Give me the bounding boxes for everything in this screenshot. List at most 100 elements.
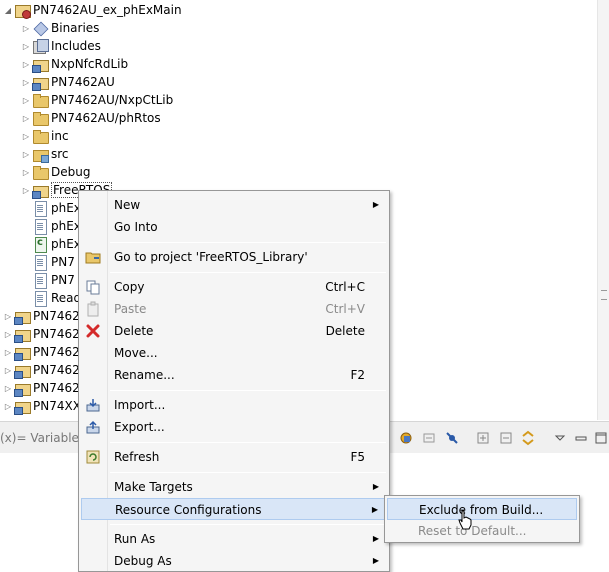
menu-item-paste[interactable]: Paste Ctrl+V bbox=[81, 298, 387, 320]
collapsed-arrow-icon[interactable]: ▷ bbox=[2, 397, 14, 415]
submenu-arrow-icon: ▶ bbox=[372, 534, 379, 543]
binaries-icon bbox=[32, 20, 48, 36]
menu-separator bbox=[110, 524, 386, 525]
tree-project[interactable]: ▷ PN7462 bbox=[2, 361, 80, 379]
file-icon bbox=[32, 218, 48, 235]
tree-item-binaries[interactable]: ▷ Binaries bbox=[20, 19, 100, 37]
menu-item-delete[interactable]: Delete Delete bbox=[81, 320, 387, 342]
menu-item-exclude-from-build[interactable]: Exclude from Build... bbox=[387, 498, 577, 520]
project-icon bbox=[14, 398, 31, 415]
collapsed-arrow-icon[interactable]: ▷ bbox=[20, 73, 32, 91]
tree-item-phrtos[interactable]: ▷ PN7462AU/phRtos bbox=[20, 109, 161, 127]
project-icon bbox=[14, 380, 31, 397]
menu-item-debug-as[interactable]: Debug As ▶ bbox=[81, 550, 387, 572]
tree-project[interactable]: ▷ PN7462 bbox=[2, 307, 80, 325]
tree-item-nxpnfcrdlib[interactable]: ▷ NxpNfcRdLib bbox=[20, 55, 128, 73]
menu-item-make-targets[interactable]: Make Targets ▶ bbox=[81, 476, 387, 498]
tree-item-file[interactable]: PN7 bbox=[32, 253, 75, 271]
tree-item-includes[interactable]: ▷ Includes bbox=[20, 37, 101, 55]
tree-item-pn7462au[interactable]: ▷ PN7462AU bbox=[20, 73, 115, 91]
tree-item-inc[interactable]: ▷ inc bbox=[20, 127, 69, 145]
menu-separator bbox=[110, 472, 386, 473]
submenu-arrow-icon: ▶ bbox=[372, 482, 379, 491]
file-icon bbox=[32, 272, 48, 289]
file-icon bbox=[32, 200, 48, 217]
tree-item-file[interactable]: PN7 bbox=[32, 271, 75, 289]
tree-item-file[interactable]: phEx bbox=[32, 217, 81, 235]
folder-icon bbox=[85, 252, 101, 264]
menu-item-rename[interactable]: Rename... F2 bbox=[81, 364, 387, 386]
project-icon bbox=[14, 308, 31, 325]
paste-icon bbox=[87, 301, 99, 317]
tree-item-debug[interactable]: ▷ Debug bbox=[20, 163, 90, 181]
menu-item-go-to-project[interactable]: Go to project 'FreeRTOS_Library' bbox=[81, 246, 387, 268]
tree-item-file[interactable]: phEx bbox=[32, 199, 81, 217]
collapsed-arrow-icon[interactable]: ▷ bbox=[20, 181, 32, 199]
project-icon bbox=[14, 362, 31, 379]
menu-separator bbox=[110, 242, 386, 243]
collapsed-arrow-icon[interactable]: ▷ bbox=[2, 307, 14, 325]
sync-icon[interactable] bbox=[520, 430, 536, 446]
menu-item-copy[interactable]: Copy Ctrl+C bbox=[81, 276, 387, 298]
menu-separator bbox=[110, 442, 386, 443]
debug-tool-icon[interactable] bbox=[398, 430, 414, 446]
menu-item-refresh[interactable]: Refresh F5 bbox=[81, 446, 387, 468]
tree-project[interactable]: ▷ PN74XX bbox=[2, 397, 81, 415]
maximize-icon[interactable] bbox=[593, 430, 609, 446]
collapsed-arrow-icon[interactable]: ▷ bbox=[2, 343, 14, 361]
menu-item-import[interactable]: Import... bbox=[81, 394, 387, 416]
collapse-all-icon[interactable] bbox=[498, 430, 514, 446]
collapsed-arrow-icon[interactable]: ▷ bbox=[20, 19, 32, 37]
menu-item-new[interactable]: New ▶ bbox=[81, 194, 387, 216]
collapsed-arrow-icon[interactable]: ▷ bbox=[20, 163, 32, 181]
delete-icon bbox=[86, 324, 100, 338]
collapsed-arrow-icon[interactable]: ▷ bbox=[20, 109, 32, 127]
expand-all-icon[interactable] bbox=[475, 430, 491, 446]
collapsed-arrow-icon[interactable]: ▷ bbox=[2, 361, 14, 379]
collapsed-arrow-icon[interactable]: ▷ bbox=[20, 91, 32, 109]
linked-folder-icon bbox=[32, 182, 49, 199]
expanded-arrow-icon[interactable]: ◢ bbox=[2, 1, 14, 19]
vertical-scrollbar[interactable] bbox=[597, 0, 609, 420]
collapse-icon[interactable] bbox=[421, 430, 437, 446]
collapsed-arrow-icon[interactable]: ▷ bbox=[2, 325, 14, 343]
tree-project[interactable]: ▷ PN7462 bbox=[2, 343, 80, 361]
collapsed-arrow-icon[interactable]: ▷ bbox=[20, 145, 32, 163]
import-icon bbox=[86, 399, 100, 412]
tree-item-file[interactable]: Read bbox=[32, 289, 81, 307]
tree-project[interactable]: ▷ PN7462 bbox=[2, 379, 80, 397]
folder-icon bbox=[32, 110, 49, 126]
menu-item-reset-to-default[interactable]: Reset to Default... bbox=[387, 520, 577, 542]
collapsed-arrow-icon[interactable]: ▷ bbox=[20, 127, 32, 145]
menu-item-resource-configurations[interactable]: Resource Configurations ▶ bbox=[81, 498, 387, 520]
submenu-arrow-icon: ▶ bbox=[371, 505, 378, 514]
tab-variables[interactable]: (x)= Variables bbox=[0, 431, 85, 445]
minimize-icon[interactable] bbox=[573, 430, 589, 446]
source-folder-icon bbox=[32, 146, 49, 163]
menu-item-move[interactable]: Move... bbox=[81, 342, 387, 364]
collapsed-arrow-icon[interactable]: ▷ bbox=[20, 55, 32, 73]
resource-configurations-submenu: Exclude from Build... Reset to Default..… bbox=[384, 495, 580, 543]
menu-item-export[interactable]: Export... bbox=[81, 416, 387, 438]
tree-item-src[interactable]: ▷ src bbox=[20, 145, 69, 163]
submenu-arrow-icon: ▶ bbox=[372, 200, 379, 209]
tree-root-project[interactable]: ◢ PN7462AU_ex_phExMain bbox=[2, 1, 182, 19]
menu-item-go-into[interactable]: Go Into bbox=[81, 216, 387, 238]
tree-item-file[interactable]: phEx bbox=[32, 235, 81, 253]
copy-icon bbox=[86, 280, 100, 295]
file-icon bbox=[32, 290, 48, 307]
c-file-icon bbox=[32, 236, 48, 253]
menu-separator bbox=[110, 390, 386, 391]
menu-separator bbox=[110, 272, 386, 273]
scrollbar-grip-icon[interactable] bbox=[601, 290, 607, 300]
collapsed-arrow-icon[interactable]: ▷ bbox=[20, 37, 32, 55]
menu-item-run-as[interactable]: Run As ▶ bbox=[81, 528, 387, 550]
collapsed-arrow-icon[interactable]: ▷ bbox=[2, 379, 14, 397]
linked-folder-icon bbox=[32, 56, 49, 73]
refresh-icon bbox=[86, 450, 100, 464]
tree-item-nxpctlib[interactable]: ▷ PN7462AU/NxpCtLib bbox=[20, 91, 173, 109]
context-menu: New ▶ Go Into Go to project 'FreeRTOS_Li… bbox=[78, 190, 390, 572]
view-menu-icon[interactable] bbox=[552, 430, 568, 446]
tree-project[interactable]: ▷ PN7462 bbox=[2, 325, 80, 343]
link-icon[interactable] bbox=[444, 430, 460, 446]
